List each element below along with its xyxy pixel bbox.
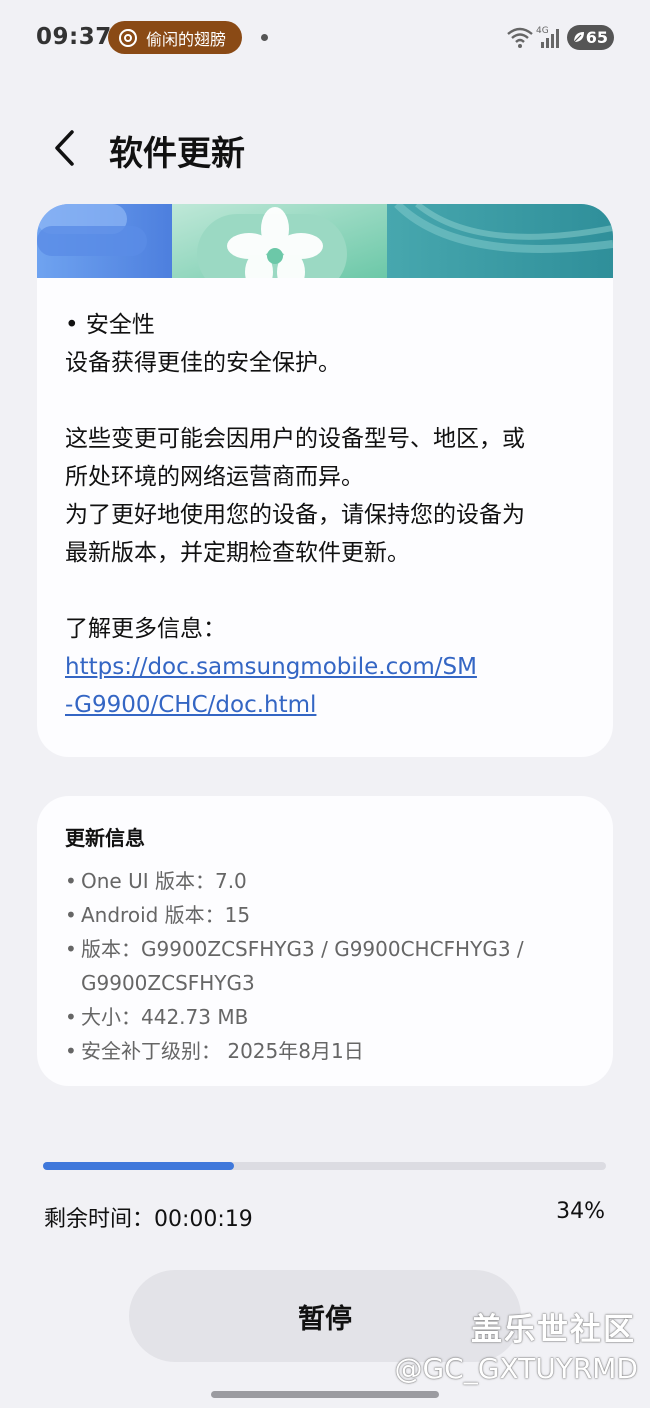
doc-link-continued[interactable]: -G9900/CHC/doc.html <box>65 686 595 724</box>
status-bar: 09:37 偷闲的翅膀 4G 65 <box>0 0 650 76</box>
update-info-list: • One UI 版本：7.0 • Android 版本：15 • 版本：G9900Z… <box>65 864 605 1068</box>
wifi-icon <box>507 27 533 48</box>
notes-line: 了解更多信息： <box>65 616 226 642</box>
one-ui-banner-image <box>37 204 613 278</box>
network-type-label: 4G <box>536 26 549 36</box>
chevron-left-icon <box>55 130 74 166</box>
back-button[interactable] <box>44 124 84 172</box>
info-item: • 安全补丁级别： 2025年8月1日 <box>65 1039 364 1063</box>
notes-spacer <box>65 572 595 610</box>
music-app-icon <box>119 28 137 47</box>
progress-percent: 34% <box>556 1199 605 1224</box>
notes-line: 最新版本，并定期检查软件更新。 <box>65 540 410 566</box>
pause-button[interactable]: 暂停 <box>129 1270 521 1362</box>
battery-level: 65 <box>585 28 608 47</box>
remaining-time: 剩余时间：00:00:19 <box>44 1207 253 1232</box>
info-item: • Android 版本：15 <box>65 903 251 927</box>
info-item: • 大小：442.73 MB <box>65 1005 249 1029</box>
release-notes-text: • 安全性 设备获得更佳的安全保护。 这些变更可能会因用户的设备型号、地区，或 … <box>65 306 595 724</box>
notes-spacer <box>65 382 595 420</box>
cellular-signal-icon: 4G <box>536 26 559 48</box>
notes-line: 为了更好地使用您的设备，请保持您的设备为 <box>65 502 525 528</box>
notification-dot <box>261 34 268 41</box>
notes-line: 所处环境的网络运营商而异。 <box>65 464 364 490</box>
notes-line: • 安全性 <box>65 312 155 338</box>
notes-line: 设备获得更佳的安全保护。 <box>65 350 341 376</box>
update-info-title: 更新信息 <box>65 826 145 850</box>
home-indicator[interactable] <box>211 1391 439 1398</box>
status-time: 09:37 <box>36 24 112 50</box>
notes-line: 这些变更可能会因用户的设备型号、地区，或 <box>65 426 525 452</box>
update-info-card: 更新信息 • One UI 版本：7.0 • Android 版本：15 • 版本：G… <box>37 796 613 1086</box>
page-title: 软件更新 <box>109 134 245 174</box>
release-notes-card: • 安全性 设备获得更佳的安全保护。 这些变更可能会因用户的设备型号、地区，或 … <box>37 204 613 757</box>
watermark-site: 盖乐世社区 <box>471 1312 636 1348</box>
now-playing-pill[interactable]: 偷闲的翅膀 <box>108 21 242 54</box>
download-progress-bar <box>43 1162 606 1170</box>
info-item-continued: G9900ZCSFHYG3 <box>81 971 255 995</box>
info-item: • One UI 版本：7.0 <box>65 869 247 893</box>
watermark-user: @GC_GXTUYRMD <box>394 1352 638 1385</box>
battery-indicator: 65 <box>567 25 614 50</box>
software-update-screen: 09:37 偷闲的翅膀 4G 65 软件更新 • 安全性 设备获得更佳的安全保护… <box>0 0 650 1408</box>
info-item: • 版本：G9900ZCSFHYG3 / G9900CHCFHYG3 / <box>65 937 524 961</box>
progress-fill <box>43 1162 235 1170</box>
power-saving-leaf-icon <box>573 32 584 43</box>
now-playing-title: 偷闲的翅膀 <box>146 29 227 49</box>
doc-link[interactable]: https://doc.samsungmobile.com/SM <box>65 648 595 686</box>
